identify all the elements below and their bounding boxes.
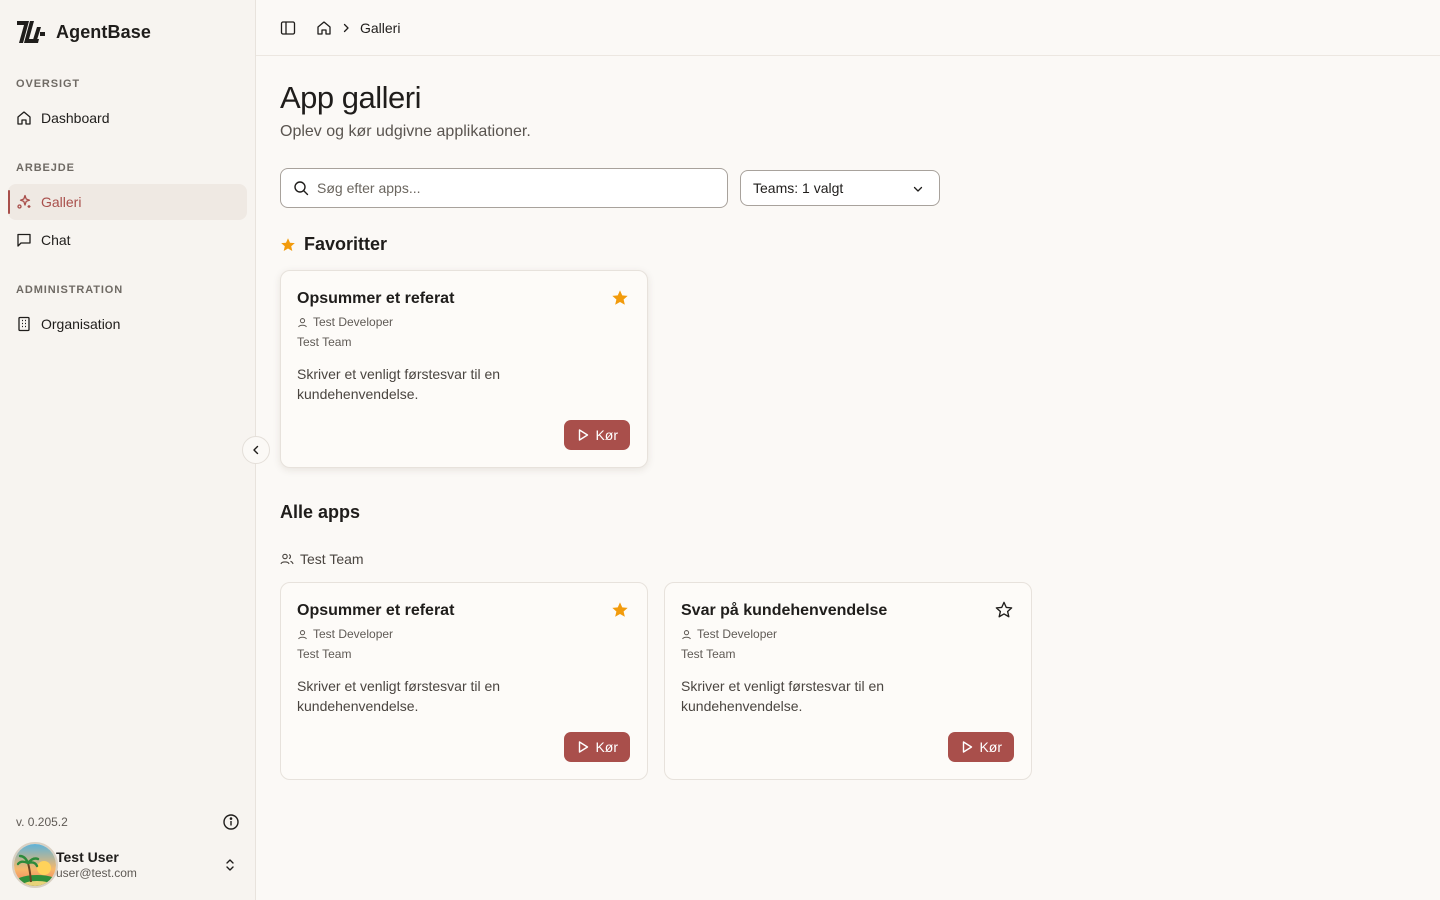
run-button[interactable]: Kør xyxy=(564,732,630,762)
search-input[interactable] xyxy=(317,180,697,196)
user-icon xyxy=(298,629,307,639)
sidebar-item-label: Chat xyxy=(41,232,71,248)
collapse-sidebar-button[interactable] xyxy=(242,436,270,464)
topbar: Galleri xyxy=(256,0,1440,56)
page-title: App galleri xyxy=(280,80,421,115)
star-filled-icon[interactable] xyxy=(611,289,629,307)
chevron-right-icon xyxy=(343,23,349,32)
user-icon xyxy=(298,317,307,327)
sidebar-item-galleri[interactable]: Galleri xyxy=(8,184,247,220)
star-filled-icon[interactable] xyxy=(611,601,629,619)
building-icon xyxy=(18,316,30,332)
sparkles-icon xyxy=(17,194,31,209)
play-icon xyxy=(579,429,589,441)
user-email: user@test.com xyxy=(56,866,137,881)
app-card-author: Test Developer xyxy=(297,315,393,329)
search-icon xyxy=(294,181,309,196)
user-menu[interactable]: Test User user@test.com xyxy=(12,842,248,888)
app-card-author: Test Developer xyxy=(681,627,777,641)
agentbase-logo-icon xyxy=(17,21,45,43)
sidebar-item-chat[interactable]: Chat xyxy=(8,222,247,258)
sidebar-item-dashboard[interactable]: Dashboard xyxy=(8,100,247,136)
team-group-label: Test Team xyxy=(280,551,364,567)
brand[interactable]: AgentBase xyxy=(16,19,151,45)
star-filled-icon xyxy=(281,237,295,251)
app-name: AgentBase xyxy=(56,21,151,42)
favorites-heading-label: Favoritter xyxy=(304,234,388,254)
home-icon xyxy=(17,111,31,125)
app-card: Opsummer et referat Test Developer Test … xyxy=(280,582,648,780)
users-icon xyxy=(280,553,294,565)
all-apps-heading-label: Alle apps xyxy=(280,502,361,522)
sidebar-item-label: Organisation xyxy=(41,316,121,332)
chat-icon xyxy=(17,233,31,247)
app-card-team: Test Team xyxy=(297,335,352,349)
app-card-team: Test Team xyxy=(681,647,736,661)
app-card-description: Skriver et venligt førstesvar til en kun… xyxy=(297,678,501,714)
run-button[interactable]: Kør xyxy=(564,420,630,450)
page-subtitle: Oplev og kør udgivne applikationer. xyxy=(280,123,531,140)
chevron-up-down-icon xyxy=(226,859,234,871)
all-apps-heading: Alle apps xyxy=(280,502,360,523)
app-card-title: Opsummer et referat xyxy=(297,290,455,307)
app-card-favorite: Opsummer et referat Test Developer Test … xyxy=(280,270,648,468)
app-card: Svar på kundehenvendelse Test Developer … xyxy=(664,582,1032,780)
section-label-arbejde: ARBEJDE xyxy=(16,162,75,174)
sidebar: AgentBase OVERSIGT Dashboard ARBEJDE Gal… xyxy=(0,0,256,900)
favorites-heading: Favoritter xyxy=(280,234,387,255)
search-field[interactable] xyxy=(280,168,728,208)
version-label: v. 0.205.2 xyxy=(16,815,68,829)
star-outline-icon[interactable] xyxy=(995,601,1013,619)
play-icon xyxy=(963,741,973,753)
sidebar-item-label: Galleri xyxy=(41,194,82,210)
sidebar-item-organisation[interactable]: Organisation xyxy=(8,306,247,342)
avatar xyxy=(12,842,58,888)
run-button[interactable]: Kør xyxy=(948,732,1014,762)
app-card-description: Skriver et venligt førstesvar til en kun… xyxy=(297,366,501,402)
play-icon xyxy=(579,741,589,753)
toggle-sidebar-icon[interactable] xyxy=(280,20,296,36)
breadcrumb-home-icon[interactable] xyxy=(316,20,332,36)
team-filter-label: Teams: 1 valgt xyxy=(753,180,844,196)
section-label-oversigt: OVERSIGT xyxy=(16,78,81,90)
app-card-title: Opsummer et referat xyxy=(297,602,455,619)
chevron-left-icon xyxy=(253,445,259,455)
user-name: Test User xyxy=(56,848,119,865)
section-label-administration: ADMINISTRATION xyxy=(16,284,124,296)
app-card-author: Test Developer xyxy=(297,627,393,641)
app-card-team: Test Team xyxy=(297,647,352,661)
chevron-down-icon xyxy=(913,186,923,192)
breadcrumb-current: Galleri xyxy=(360,19,401,36)
info-icon[interactable] xyxy=(222,813,240,831)
app-card-description: Skriver et venligt førstesvar til en kun… xyxy=(681,678,885,714)
app-card-title: Svar på kundehenvendelse xyxy=(681,602,888,619)
team-filter-select[interactable]: Teams: 1 valgt xyxy=(740,170,940,206)
user-icon xyxy=(682,629,691,639)
sidebar-item-label: Dashboard xyxy=(41,110,110,126)
